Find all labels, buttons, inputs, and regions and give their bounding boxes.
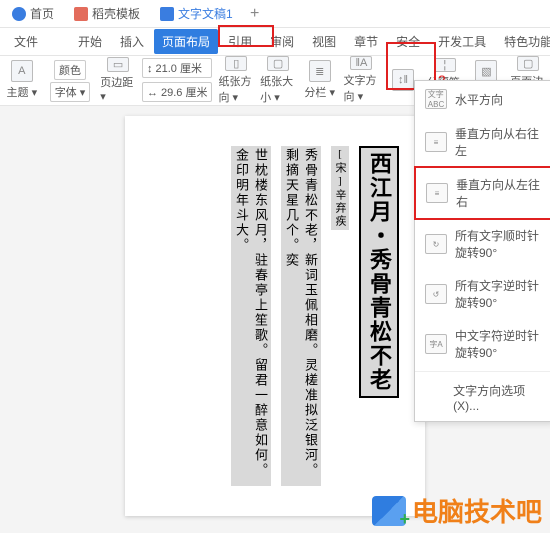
theme-icon: A bbox=[11, 60, 33, 82]
plus-icon: + bbox=[250, 5, 259, 23]
text-direction-dropdown: 文字ABC 水平方向 ≡ 垂直方向从右往左 ≡ 垂直方向从左往右 ↻ 所有文字顺… bbox=[414, 80, 550, 422]
tab-home[interactable]: 首页 bbox=[4, 2, 62, 26]
orientation-icon: ▯ bbox=[225, 56, 247, 71]
dd-label-2: 垂直方向从左往右 bbox=[456, 176, 542, 210]
page-border-icon: ▢ bbox=[517, 56, 539, 71]
menu-view[interactable]: 视图 bbox=[304, 29, 344, 54]
dd-icon-vertical-rtl: ≡ bbox=[425, 132, 447, 152]
dd-label-1: 垂直方向从右往左 bbox=[455, 125, 543, 159]
paper-size-label: 纸张大小 ▾ bbox=[260, 73, 296, 105]
page-height-field[interactable]: ↔ 29.6 厘米 bbox=[142, 82, 213, 102]
new-tab-button[interactable]: + bbox=[245, 4, 265, 24]
dd-chinese-ccw[interactable]: 字A 中文字符逆时针旋转90° bbox=[415, 319, 550, 369]
menu-reference[interactable]: 引用 bbox=[220, 29, 260, 54]
theme-button[interactable]: A 主题 ▾ bbox=[4, 58, 40, 102]
font-selector[interactable]: 字体 ▾ bbox=[50, 82, 91, 102]
dd-label-5: 中文字符逆时针旋转90° bbox=[455, 327, 543, 361]
watermark-text: 电脑技术吧 bbox=[412, 492, 542, 529]
dd-horizontal[interactable]: 文字ABC 水平方向 bbox=[415, 81, 550, 117]
tab-template-label: 稻壳模板 bbox=[92, 5, 140, 22]
text-direction-button[interactable]: ‖A 文字方向 ▾ bbox=[344, 58, 380, 102]
columns-button[interactable]: ≣ 分栏 ▾ bbox=[302, 58, 338, 102]
dd-more-options[interactable]: 文字方向选项(X)... bbox=[415, 374, 550, 421]
menu-file[interactable]: 文件 bbox=[6, 29, 46, 54]
page: 西江月・秀骨青松不老 [宋]辛弃疾 秀骨青松不老，新词玉佩相磨。灵槎准拟泛银河。… bbox=[125, 116, 425, 516]
dd-icon-horizontal: 文字ABC bbox=[425, 89, 447, 109]
menu-page-layout[interactable]: 页面布局 bbox=[154, 29, 218, 54]
watermark-icon bbox=[372, 496, 406, 526]
columns-label: 分栏 ▾ bbox=[304, 84, 335, 100]
dd-more-label: 文字方向选项(X)... bbox=[453, 382, 543, 413]
background-icon: ▧ bbox=[475, 60, 497, 82]
text-direction-icon: ‖A bbox=[350, 56, 372, 70]
dropdown-separator bbox=[415, 371, 550, 372]
dd-icon-vertical-ltr: ≡ bbox=[426, 183, 448, 203]
breaks-icon: ¦ bbox=[434, 58, 456, 72]
paper-size-button[interactable]: ▢ 纸张大小 ▾ bbox=[260, 58, 296, 102]
dd-label-3: 所有文字顺时针旋转90° bbox=[455, 227, 543, 261]
paper-size-icon: ▢ bbox=[267, 56, 289, 71]
columns-icon: ≣ bbox=[309, 60, 331, 82]
dd-label-0: 水平方向 bbox=[455, 91, 503, 108]
doc-author: [宋]辛弃疾 bbox=[331, 146, 349, 230]
menu-start[interactable]: 开始 bbox=[70, 29, 110, 54]
tab-document[interactable]: 文字文稿1 bbox=[152, 2, 241, 26]
dd-rotate-ccw[interactable]: ↺ 所有文字逆时针旋转90° bbox=[415, 269, 550, 319]
dd-vertical-ltr[interactable]: ≡ 垂直方向从左往右 bbox=[414, 166, 550, 220]
dd-vertical-rtl[interactable]: ≡ 垂直方向从右往左 bbox=[415, 117, 550, 167]
line-numbers-icon: ↕‖ bbox=[392, 69, 414, 91]
dd-rotate-cw[interactable]: ↻ 所有文字顺时针旋转90° bbox=[415, 219, 550, 269]
orientation-label: 纸张方向 ▾ bbox=[218, 73, 254, 105]
dd-icon-chinese-ccw: 字A bbox=[425, 334, 447, 354]
doc-title: 西江月・秀骨青松不老 bbox=[359, 146, 399, 398]
menu-security[interactable]: 安全 bbox=[388, 29, 428, 54]
menu-special[interactable]: 特色功能 bbox=[496, 29, 550, 54]
dd-icon-rotate-cw: ↻ bbox=[425, 234, 447, 254]
text-direction-label: 文字方向 ▾ bbox=[344, 72, 380, 104]
dd-label-4: 所有文字逆时针旋转90° bbox=[455, 277, 543, 311]
doc-line-1: 秀骨青松不老，新词玉佩相磨。灵槎准拟泛银河。剩摘天星几个。奕 bbox=[281, 146, 321, 486]
margins-label: 页边距 ▾ bbox=[100, 74, 136, 103]
doc-icon bbox=[160, 7, 174, 21]
menu-dev[interactable]: 开发工具 bbox=[430, 29, 494, 54]
page-width-field[interactable]: ↕ 21.0 厘米 bbox=[142, 58, 213, 78]
tab-template[interactable]: 稻壳模板 bbox=[66, 2, 148, 26]
color-selector[interactable]: 颜色 bbox=[54, 60, 86, 80]
margins-icon: ▭ bbox=[107, 57, 129, 72]
orientation-button[interactable]: ▯ 纸张方向 ▾ bbox=[218, 58, 254, 102]
doc-line-2: 世枕楼东风月，驻春亭上笙歌。留君一醉意如何。金印明年斗大。 bbox=[231, 146, 271, 486]
title-bar: 首页 稻壳模板 文字文稿1 + bbox=[0, 0, 550, 28]
template-icon bbox=[74, 7, 88, 21]
tab-home-label: 首页 bbox=[30, 5, 54, 22]
menu-review[interactable]: 审阅 bbox=[262, 29, 302, 54]
theme-label: 主题 ▾ bbox=[7, 84, 38, 100]
dd-icon-rotate-ccw: ↺ bbox=[425, 284, 447, 304]
home-icon bbox=[12, 7, 26, 21]
menu-chapter[interactable]: 章节 bbox=[346, 29, 386, 54]
watermark: 电脑技术吧 bbox=[372, 492, 542, 529]
tab-document-label: 文字文稿1 bbox=[178, 5, 233, 22]
menu-bar: 文件 开始 插入 页面布局 引用 审阅 视图 章节 安全 开发工具 特色功能 查… bbox=[0, 28, 550, 56]
menu-insert[interactable]: 插入 bbox=[112, 29, 152, 54]
margins-button[interactable]: ▭ 页边距 ▾ bbox=[100, 58, 136, 102]
